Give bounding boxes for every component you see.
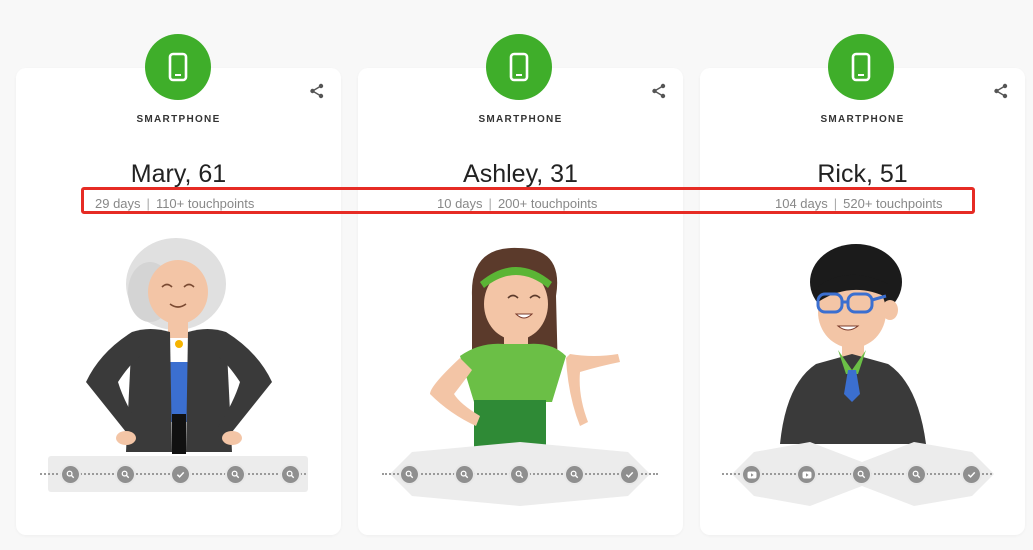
persona-illustration-rick <box>780 244 926 444</box>
video-icon[interactable] <box>798 466 815 483</box>
smartphone-icon <box>486 34 552 100</box>
search-icon[interactable] <box>566 466 583 483</box>
category-label: SMARTPHONE <box>136 114 221 125</box>
share-icon[interactable] <box>309 83 325 99</box>
search-icon[interactable] <box>62 466 79 483</box>
search-icon[interactable] <box>511 466 528 483</box>
check-icon[interactable] <box>172 466 189 483</box>
category-label: SMARTPHONE <box>820 114 905 125</box>
check-icon[interactable] <box>963 466 980 483</box>
annotation-highlight-box <box>81 187 975 214</box>
search-icon[interactable] <box>282 466 299 483</box>
share-icon[interactable] <box>651 83 667 99</box>
persona-name: Rick, 51 <box>817 160 908 188</box>
search-icon[interactable] <box>908 466 925 483</box>
persona-illustration-mary <box>86 238 272 454</box>
search-icon[interactable] <box>117 466 134 483</box>
search-icon[interactable] <box>227 466 244 483</box>
search-icon[interactable] <box>853 466 870 483</box>
share-icon[interactable] <box>993 83 1009 99</box>
persona-name: Mary, 61 <box>130 160 227 188</box>
category-label: SMARTPHONE <box>478 114 563 125</box>
smartphone-icon <box>145 34 211 100</box>
check-icon[interactable] <box>621 466 638 483</box>
persona-name: Ashley, 31 <box>463 160 578 188</box>
smartphone-icon <box>828 34 894 100</box>
search-icon[interactable] <box>456 466 473 483</box>
persona-illustration-ashley <box>430 247 620 448</box>
search-icon[interactable] <box>401 466 418 483</box>
video-icon[interactable] <box>743 466 760 483</box>
